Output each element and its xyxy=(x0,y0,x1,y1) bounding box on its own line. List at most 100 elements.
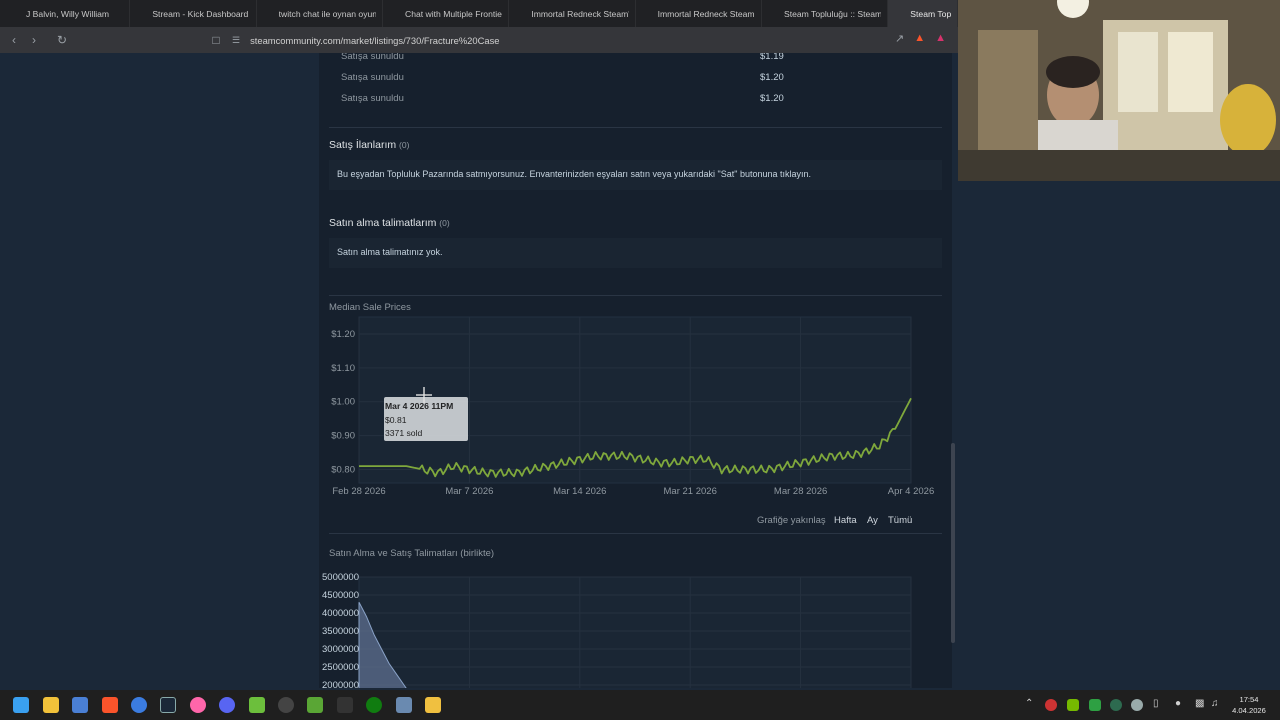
tab-label: Stream - Kick Dashboard xyxy=(152,8,249,19)
forward-icon[interactable]: › xyxy=(24,33,44,47)
nvidia-icon[interactable] xyxy=(1067,699,1079,711)
zoom-week-button[interactable]: Hafta xyxy=(834,515,857,526)
tab-label: Immortal Redneck Steam' xyxy=(657,8,755,19)
store-icon[interactable] xyxy=(425,697,441,713)
x-tick-label: Mar 14 2026 xyxy=(553,486,606,497)
reload-icon[interactable]: ↻ xyxy=(52,33,72,47)
chart-tooltip: Mar 4 2026 11PM $0.81 3371 sold xyxy=(384,397,468,441)
steam-icon xyxy=(515,9,525,19)
app-icon[interactable] xyxy=(249,697,265,713)
app-icon[interactable] xyxy=(72,697,88,713)
x-tick-label: Mar 7 2026 xyxy=(445,486,493,497)
y-tick-label: 2500000 xyxy=(322,662,359,673)
y-tick-label: 3500000 xyxy=(322,626,359,637)
tooltip-price: $0.81 xyxy=(385,415,407,425)
epic-games-icon[interactable] xyxy=(337,697,353,713)
url-text: steamcommunity.com/market/listings/730/F… xyxy=(250,34,500,46)
address-bar-actions: ↗ ▲ ▲ xyxy=(895,32,946,45)
app-icon[interactable] xyxy=(131,697,147,713)
my-listings-count: (0) xyxy=(399,140,410,150)
divider xyxy=(329,127,942,128)
web-page: Satışa sunuldu $1.19 Satışa sunuldu $1.2… xyxy=(0,53,958,688)
zoom-month-button[interactable]: Ay xyxy=(867,515,878,526)
osu-icon[interactable] xyxy=(190,697,206,713)
tab-label: J Balvin, Willy William xyxy=(26,8,110,19)
buy-orders-notice: Satın alma talimatınız yok. xyxy=(329,238,942,268)
buy-orders-heading: Satın alma talimatlarım (0) xyxy=(329,217,450,229)
bookmark-icon[interactable]: □ xyxy=(206,33,226,47)
display-icon[interactable]: ▩ xyxy=(1195,698,1204,709)
y-tick-label: $1.00 xyxy=(331,397,355,408)
x-tick-label: Apr 4 2026 xyxy=(888,486,934,497)
site-info-icon[interactable]: ☰ xyxy=(232,35,240,46)
address-bar: ‹ › ↻ □ ☰ steamcommunity.com/market/list… xyxy=(0,27,958,53)
browser-tab[interactable]: Immortal Redneck Steam' xyxy=(509,0,636,27)
plot-area xyxy=(358,576,912,688)
history-price: $1.20 xyxy=(760,72,784,83)
browser-tab[interactable]: Chat with Multiple Frontie xyxy=(383,0,510,27)
buy-orders-message: Satın alma talimatınız yok. xyxy=(337,247,443,257)
tab-label: twitch chat ile oynan oyun xyxy=(278,8,376,19)
back-icon[interactable]: ‹ xyxy=(4,33,24,47)
x-tick-label: Mar 28 2026 xyxy=(774,486,827,497)
tray-overflow-icon[interactable]: ⌃ xyxy=(1025,698,1033,709)
google-icon xyxy=(263,9,273,19)
file-explorer-icon[interactable] xyxy=(43,697,59,713)
browser-tab[interactable]: J Balvin, Willy William xyxy=(4,0,131,27)
usb-icon[interactable]: ▯ xyxy=(1153,698,1159,709)
page-scrollbar-thumb[interactable] xyxy=(951,443,955,643)
browser-tab[interactable]: Stream - Kick Dashboard xyxy=(130,0,257,27)
volume-icon[interactable]: ♫ xyxy=(1211,698,1219,709)
my-listings-message: Bu eşyadan Topluluk Pazarında satmıyorsu… xyxy=(337,169,811,179)
x-tick-label: Mar 21 2026 xyxy=(664,486,717,497)
history-status: Satışa sunuldu xyxy=(341,53,404,62)
y-tick-label: $1.10 xyxy=(331,363,355,374)
tray-icon[interactable] xyxy=(1045,699,1057,711)
tray-icon[interactable] xyxy=(1110,699,1122,711)
taskbar-clock[interactable]: 17:54 4.04.2026 xyxy=(1226,694,1272,716)
tray-icon[interactable] xyxy=(1089,699,1101,711)
zoom-all-button[interactable]: Tümü xyxy=(888,515,912,526)
y-tick-label: 4000000 xyxy=(322,608,359,619)
crosshair-cursor-icon xyxy=(416,387,432,403)
buy-orders-count: (0) xyxy=(439,218,450,228)
microphone-icon[interactable]: ● xyxy=(1175,698,1181,709)
y-tick-label: 3000000 xyxy=(322,644,359,655)
steam-icon xyxy=(894,9,904,19)
share-icon[interactable]: ↗ xyxy=(895,32,904,45)
tab-label: Steam Toplu xyxy=(910,8,951,19)
y-tick-label: $0.80 xyxy=(331,464,355,475)
browser-tab-active[interactable]: Steam Toplu xyxy=(888,0,958,27)
brave-browser-icon[interactable] xyxy=(102,697,118,713)
y-tick-label: 4500000 xyxy=(322,590,359,601)
y-tick-label: $0.90 xyxy=(331,431,355,442)
y-tick-label: 5000000 xyxy=(322,572,359,583)
browser-tab[interactable]: twitch chat ile oynan oyun xyxy=(257,0,383,27)
brave-shield-icon[interactable]: ▲ xyxy=(914,32,925,45)
steam-icon[interactable] xyxy=(160,697,176,713)
divider xyxy=(329,295,942,296)
browser-tab[interactable]: Immortal Redneck Steam' xyxy=(636,0,762,27)
history-row: Satışa sunuldu $1.19 xyxy=(341,53,841,62)
y-tick-label: 2000000 xyxy=(322,680,359,688)
orders-depth-chart[interactable]: 5000000 4500000 4000000 3500000 3000000 25000… xyxy=(319,572,952,688)
market-listing-content: Satışa sunuldu $1.19 Satışa sunuldu $1.2… xyxy=(319,53,952,688)
orders-chart-title: Satın Alma ve Satış Talimatları (birlikt… xyxy=(329,548,495,559)
obs-icon[interactable] xyxy=(278,697,294,713)
discord-icon[interactable] xyxy=(219,697,235,713)
clock-time: 17:54 xyxy=(1239,695,1259,704)
app-icon[interactable] xyxy=(396,697,412,713)
history-row: Satışa sunuldu $1.20 xyxy=(341,93,841,104)
zoom-label: Grafiğe yakınlaş xyxy=(757,515,826,526)
minecraft-icon[interactable] xyxy=(307,697,323,713)
history-status: Satışa sunuldu xyxy=(341,72,404,83)
steam-icon xyxy=(768,9,778,19)
xbox-icon[interactable] xyxy=(366,697,382,713)
steam-tray-icon[interactable] xyxy=(1131,699,1143,711)
url-field[interactable]: ☰ steamcommunity.com/market/listings/730… xyxy=(232,31,499,49)
brave-rewards-icon[interactable]: ▲ xyxy=(935,32,946,45)
windows-start-icon[interactable] xyxy=(13,697,29,713)
browser-tab-bar: J Balvin, Willy William Stream - Kick Da… xyxy=(0,0,958,27)
browser-tab[interactable]: Steam Topluluğu :: Steam xyxy=(762,0,889,27)
my-listings-notice: Bu eşyadan Topluluk Pazarında satmıyorsu… xyxy=(329,160,942,190)
